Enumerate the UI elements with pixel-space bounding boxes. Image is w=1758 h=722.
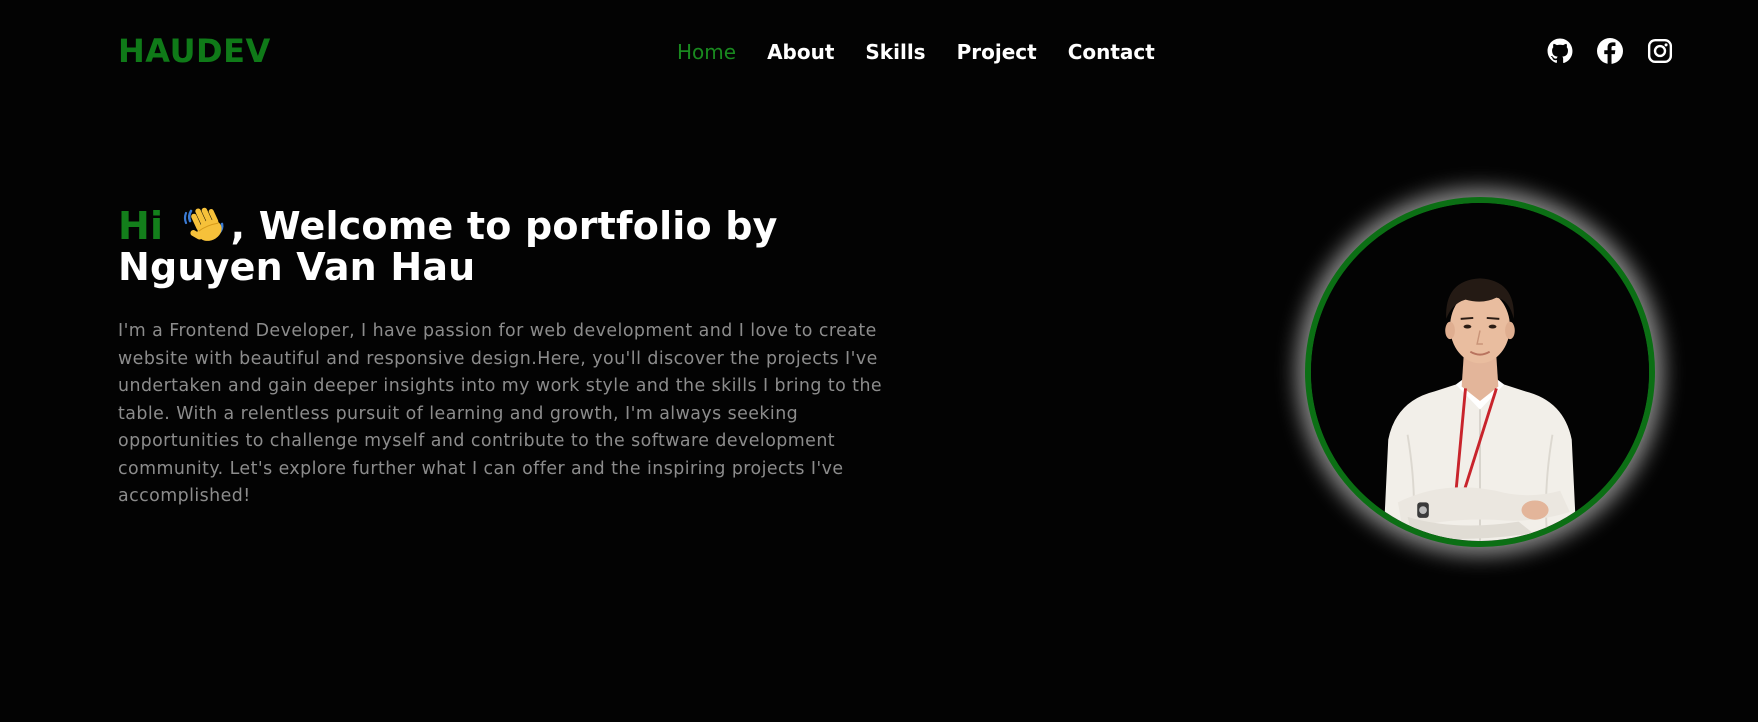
avatar	[1305, 197, 1655, 547]
site-logo[interactable]: HAUDEV	[118, 32, 271, 70]
social-links	[1547, 38, 1673, 64]
hero-title-line2: Nguyen Van Hau	[118, 245, 476, 289]
instagram-icon[interactable]	[1647, 38, 1673, 64]
page: HAUDEV Home About Skills Project Contact…	[0, 0, 1758, 722]
main-nav: Home About Skills Project Contact	[677, 40, 1155, 64]
github-icon[interactable]	[1547, 38, 1573, 64]
hero-title-line1: , Welcome to portfolio by	[230, 204, 778, 248]
nav-about[interactable]: About	[767, 40, 834, 64]
waving-hand-icon	[183, 207, 224, 241]
nav-project[interactable]: Project	[957, 40, 1037, 64]
nav-skills[interactable]: Skills	[865, 40, 925, 64]
hero-title: Hi , Welcome to portfolio by Nguyen Van …	[118, 203, 838, 288]
nav-home[interactable]: Home	[677, 40, 736, 64]
facebook-icon[interactable]	[1597, 38, 1623, 64]
profile-photo	[1311, 203, 1649, 541]
hero-greeting: Hi	[118, 204, 164, 248]
hero-bio: I'm a Frontend Developer, I have passion…	[118, 321, 883, 506]
nav-contact[interactable]: Contact	[1068, 40, 1155, 64]
